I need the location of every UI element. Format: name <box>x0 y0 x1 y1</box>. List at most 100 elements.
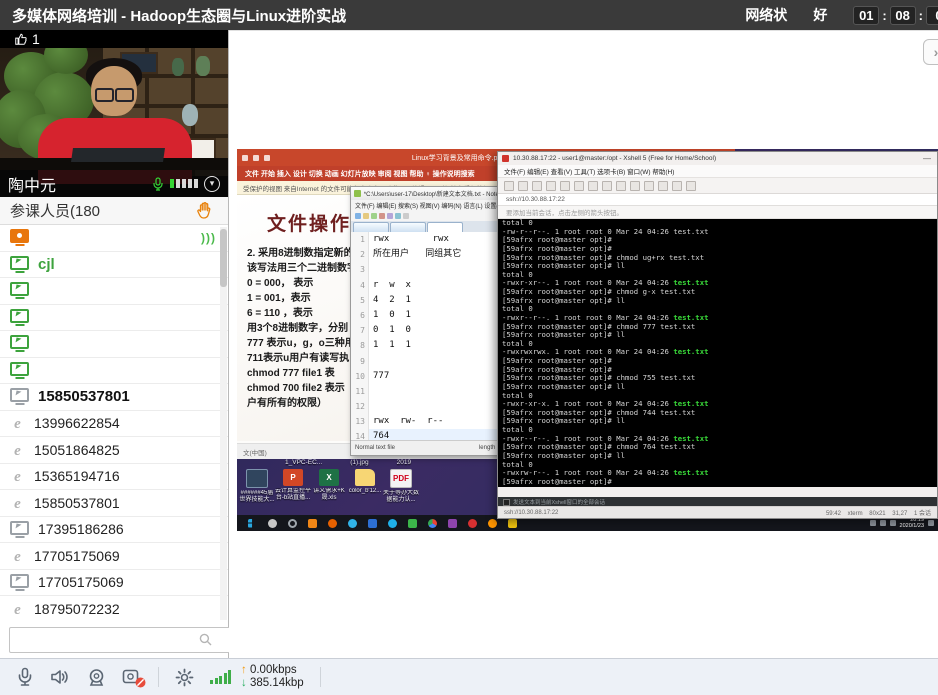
editor-line: 12 <box>351 399 511 414</box>
terminal-line: [59afrx root@master opt]# ll <box>502 417 937 426</box>
editor-line: 10 777 <box>351 369 511 384</box>
participant-row[interactable] <box>0 358 228 385</box>
participant-client-icon <box>10 601 25 617</box>
presenter-name: 陶中元 <box>8 172 152 196</box>
collapse-panel-button[interactable]: › <box>923 39 938 65</box>
scrollbar-thumb[interactable] <box>220 229 227 287</box>
participant-row[interactable] <box>0 331 228 358</box>
taskbar-icon <box>268 519 277 528</box>
presenter-video[interactable]: 1 GUESS 陶中元 <box>0 30 228 197</box>
xshell-address-bar: ssh://10.30.88.17:22 <box>498 194 937 206</box>
desktop-file-label: (1).jpg <box>350 459 368 466</box>
participant-row[interactable]: 17395186286 <box>0 517 228 544</box>
toolbar-icon <box>371 213 377 219</box>
desktop-icon: X 讲义需求+K晟.xls <box>311 469 347 515</box>
content-area: › 1_VPC-EC...(1).jpg2019 ######45届世界技能大.… <box>229 30 938 658</box>
participant-name: 17705175069 <box>38 574 124 590</box>
microphone-icon[interactable] <box>152 177 164 191</box>
line-text: 0 1 0 <box>369 323 511 338</box>
editor-line: 7 0 1 0 <box>351 323 511 338</box>
participant-name: 15051864825 <box>34 442 120 458</box>
xshell-titlebar: 10.30.88.17:22 - user1@master:/opt - Xsh… <box>498 152 937 165</box>
screen-share-view[interactable]: 1_VPC-EC...(1).jpg2019 ######45届世界技能大...… <box>237 149 938 531</box>
participant-row[interactable]: 17705175069 <box>0 543 228 570</box>
line-text: r w x <box>369 278 511 293</box>
taskbar-icon <box>488 519 497 528</box>
participant-row[interactable]: 17705175069 <box>0 570 228 597</box>
chevron-down-icon[interactable]: ▾ <box>204 176 220 192</box>
line-number: 7 <box>351 323 369 338</box>
participant-row[interactable]: 18795072232 <box>0 596 228 622</box>
participant-row[interactable]: 15051864825 <box>0 437 228 464</box>
video-frame: GUESS <box>0 42 228 170</box>
terminal-line: [59afrx root@master opt]# <box>502 478 937 487</box>
line-text <box>369 384 511 399</box>
line-text: rwx rw- r-- <box>369 414 511 429</box>
notepad-statusbar: Normal text file length : 14 <box>351 440 511 455</box>
notification-icon <box>928 520 934 526</box>
editor-line: 8 1 1 1 <box>351 338 511 353</box>
upload-arrow-icon: ↑ <box>241 664 247 676</box>
line-text <box>369 262 511 277</box>
participant-row[interactable]: 15850537801 <box>0 490 228 517</box>
line-number: 10 <box>351 369 369 384</box>
participant-client-icon <box>10 256 29 270</box>
participant-client-icon <box>10 468 25 484</box>
toolbar-icon <box>546 181 556 191</box>
toolbar-icon <box>644 181 654 191</box>
toolbar-icon <box>574 181 584 191</box>
participant-row[interactable] <box>0 305 228 332</box>
participant-row[interactable]: 15365194716 <box>0 464 228 491</box>
participant-row[interactable]: ))) <box>0 225 228 252</box>
participant-client-icon <box>10 229 29 243</box>
timer-seconds: 0 <box>926 6 938 25</box>
search-icon[interactable] <box>199 633 212 646</box>
file-label: 云计算监控平台-b站直播... <box>275 488 311 502</box>
desktop-icon: color_b'12... <box>347 469 383 515</box>
checkbox <box>503 499 510 506</box>
participant-row[interactable]: cjl <box>0 252 228 279</box>
thumbs-up-icon[interactable] <box>14 32 28 46</box>
participant-name: 15850537801 <box>38 388 130 405</box>
participant-row[interactable] <box>0 278 228 305</box>
editor-line: 13 rwx rw- r-- <box>351 414 511 429</box>
speaker-button[interactable] <box>50 668 71 686</box>
screen-record-disabled-button[interactable] <box>122 668 142 686</box>
xshell-toolbar <box>498 177 937 194</box>
notepad-tabbar <box>351 221 511 232</box>
file-icon <box>355 469 375 486</box>
participants-scrollbar[interactable] <box>220 227 227 620</box>
desktop-icon: P 云计算监控平台-b站直播... <box>275 469 311 515</box>
like-bar: 1 <box>0 30 228 48</box>
xshell-window: 10.30.88.17:22 - user1@master:/opt - Xsh… <box>497 151 938 519</box>
document-tab-active <box>427 222 463 232</box>
disabled-badge-icon <box>135 677 146 688</box>
tray-icon <box>870 520 876 526</box>
participant-row[interactable]: 15850537801 <box>0 384 228 411</box>
bandwidth-stats: ↑ 0.00kbps ↓ 385.14kbp <box>241 664 304 690</box>
xshell-menubar: 文件(F) 编辑(E) 查看(V) 工具(T) 选项卡(B) 窗口(W) 帮助(… <box>498 165 937 177</box>
file-label: 讲义需求+K晟.xls <box>311 488 347 502</box>
participant-client-icon <box>10 282 29 296</box>
participant-search <box>0 622 228 658</box>
participant-client-icon <box>10 388 29 402</box>
quick-access-icon <box>242 155 248 161</box>
desktop-icon: ######45届世界技能大... <box>239 469 275 515</box>
xshell-statusbar: ssh://10.30.88.17:22 59:42 xterm 80x21 3… <box>498 506 937 518</box>
webcam-button[interactable] <box>87 668 106 687</box>
participant-row[interactable]: 13996622854 <box>0 411 228 438</box>
taskbar-icon <box>448 519 457 528</box>
participant-name: 17705175069 <box>34 548 120 564</box>
toolbar-icon <box>630 181 640 191</box>
taskbar-icon <box>408 519 417 528</box>
download-arrow-icon: ↓ <box>241 677 247 689</box>
terminal-line: [59afrx root@master opt]# ll <box>502 383 937 392</box>
timer-hours: 01 <box>853 6 879 25</box>
participant-name: 13996622854 <box>34 415 120 431</box>
microphone-button[interactable] <box>16 667 34 687</box>
raise-hand-icon[interactable] <box>197 202 212 219</box>
participant-name: 17395186286 <box>38 521 124 537</box>
settings-gear-button[interactable] <box>175 668 194 687</box>
toolbar-icon <box>588 181 598 191</box>
taskbar-icon <box>248 519 257 528</box>
